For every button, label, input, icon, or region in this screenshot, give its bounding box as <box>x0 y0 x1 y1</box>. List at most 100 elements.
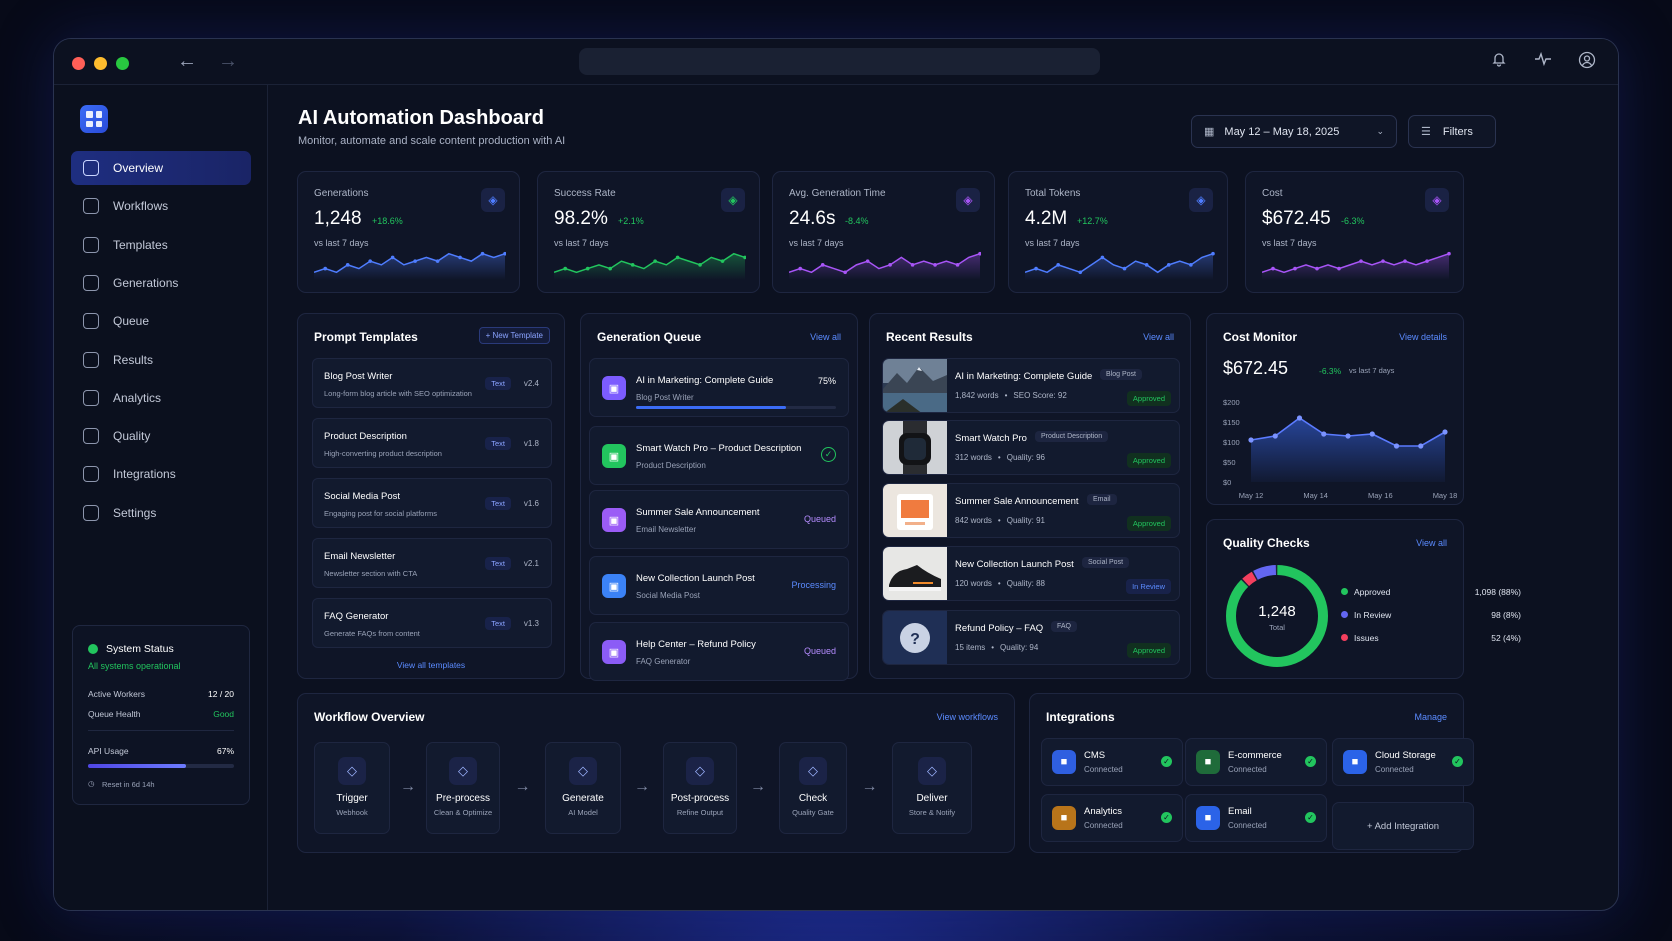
result-item[interactable]: Summer Sale Announcement 842 words • Qualit… <box>882 483 1180 538</box>
workflow-step-generate[interactable]: ◇ Generate AI Model <box>545 742 621 834</box>
integration-email[interactable]: ■ Email Connected ✓ <box>1185 794 1327 842</box>
sparkline-point <box>390 255 395 260</box>
sparkline-point <box>1425 259 1429 263</box>
filters-button[interactable]: ☰ Filters <box>1408 115 1496 148</box>
y-axis-tick-label: $0 <box>1223 478 1231 487</box>
deliver-icon: ◇ <box>918 757 946 785</box>
queue-item[interactable]: ▣ Summer Sale Announcement Email Newslette… <box>589 490 849 549</box>
chevron-down-icon: ⌄ <box>1376 126 1384 136</box>
sparkline-point <box>888 263 892 267</box>
template-name: Email Newsletter <box>324 551 396 562</box>
maximize-window-button[interactable] <box>116 57 129 70</box>
quality-view-all-link[interactable]: View all <box>1416 538 1447 548</box>
cost-view-details-link[interactable]: View details <box>1399 332 1447 342</box>
template-item[interactable]: Social Media Post Engaging post for socia… <box>312 478 552 528</box>
result-item[interactable]: AI in Marketing: Complete Guide 1,842 wor… <box>882 358 1180 413</box>
bell-icon[interactable] <box>1488 51 1510 73</box>
results-view-all-link[interactable]: View all <box>1143 332 1174 342</box>
template-item[interactable]: Product Description High-converting produ… <box>312 418 552 468</box>
user-account-icon[interactable] <box>1576 51 1598 73</box>
minimize-window-button[interactable] <box>94 57 107 70</box>
activity-icon[interactable] <box>1532 51 1554 73</box>
sparkline-point <box>798 266 803 271</box>
active-workers-value: 12 / 20 <box>208 689 234 699</box>
workflow-step-sub: Refine Output <box>676 808 724 817</box>
workflow-step-trigger[interactable]: ◇ Trigger Webhook <box>314 742 390 834</box>
workflow-step-pre-process[interactable]: ◇ Pre-process Clean & Optimize <box>426 742 500 834</box>
sidebar-item-queue[interactable]: Queue <box>71 304 251 338</box>
sidebar-item-integrations[interactable]: Integrations <box>71 457 251 491</box>
sparkline-point <box>1271 266 1275 271</box>
result-type-tag: Blog Post <box>1100 369 1142 380</box>
integration-cms[interactable]: ■ CMS Connected ✓ <box>1041 738 1183 786</box>
queue-item[interactable]: ▣ Help Center – Refund Policy FAQ Generato… <box>589 622 849 681</box>
sidebar-item-workflows[interactable]: Workflows <box>71 189 251 223</box>
workflow-step-post-process[interactable]: ◇ Post-process Refine Output <box>663 742 737 834</box>
result-type-tag: Product Description <box>1035 431 1109 442</box>
integration-e-commerce[interactable]: ■ E-commerce Connected ✓ <box>1185 738 1327 786</box>
back-arrow-icon[interactable]: ← <box>177 50 197 73</box>
address-bar[interactable] <box>579 48 1100 75</box>
sparkline-point <box>1381 259 1385 263</box>
sidebar-item-overview[interactable]: Overview <box>71 151 251 185</box>
workflow-overview-card: Workflow Overview View workflows ◇ Trigge… <box>297 693 1015 853</box>
date-range-picker[interactable]: ▦ May 12 – May 18, 2025 ⌄ <box>1191 115 1397 148</box>
result-item[interactable]: ? Refund Policy – FAQ 15 items • Quality: 94… <box>882 610 1180 665</box>
integration-analytics[interactable]: ■ Analytics Connected ✓ <box>1041 794 1183 842</box>
kpi-delta: -6.3% <box>1341 216 1365 226</box>
sidebar-item-analytics[interactable]: Analytics <box>71 381 251 415</box>
integration-cloud-storage[interactable]: ■ Cloud Storage Connected ✓ <box>1332 738 1474 786</box>
template-item[interactable]: FAQ Generator Generate FAQs from content T… <box>312 598 552 648</box>
sparkline-point <box>1315 266 1319 271</box>
workflow-step-sub: Store & Notify <box>908 808 956 817</box>
template-version: v1.6 <box>523 499 539 508</box>
integration-status: Connected <box>1228 765 1267 774</box>
queue-item[interactable]: ▣ Smart Watch Pro – Product Description Pr… <box>589 426 849 485</box>
template-version: v2.4 <box>523 379 539 388</box>
template-item[interactable]: Email Newsletter Newsletter section with … <box>312 538 552 588</box>
result-title: Summer Sale Announcement <box>955 496 1079 507</box>
new-template-button[interactable]: + New Template <box>478 327 550 344</box>
sidebar-item-results[interactable]: Results <box>71 343 251 377</box>
result-item[interactable]: New Collection Launch Post 120 words • Qual… <box>882 546 1180 601</box>
queue-health-label: Queue Health <box>88 709 141 719</box>
view-workflows-link[interactable]: View workflows <box>937 712 998 722</box>
sparkle-icon: ◇ <box>569 757 597 785</box>
integrations-icon <box>83 466 99 483</box>
check-icon: ✓ <box>1305 812 1316 823</box>
app-logo-icon[interactable] <box>80 105 108 133</box>
sidebar-item-quality[interactable]: Quality <box>71 419 251 453</box>
add-integration-button[interactable]: + Add Integration <box>1332 802 1474 850</box>
result-item[interactable]: Smart Watch Pro 312 words • Quality: 96 Prod… <box>882 420 1180 475</box>
sidebar-item-templates[interactable]: Templates <box>71 228 251 262</box>
workflow-step-name: Pre-process <box>436 793 490 804</box>
check-icon: ✓ <box>1452 756 1463 767</box>
queue-item[interactable]: ▣ New Collection Launch Post Social Media … <box>589 556 849 615</box>
sparkline-point <box>1078 270 1083 275</box>
sidebar-item-generations[interactable]: Generations <box>71 266 251 300</box>
integration-status: Connected <box>1228 821 1267 830</box>
view-all-templates-link[interactable]: View all templates <box>298 660 564 670</box>
forward-arrow-icon[interactable]: → <box>218 50 238 73</box>
arrow-right-icon: → <box>400 778 416 795</box>
template-type-tag: Text <box>485 617 511 630</box>
queue-view-all-link[interactable]: View all <box>810 332 841 342</box>
integration-name: E-commerce <box>1228 750 1282 761</box>
sparkline-point <box>675 255 680 260</box>
queue-item[interactable]: ▣ AI in Marketing: Complete Guide Blog Pos… <box>589 358 849 417</box>
workflow-step-name: Generate <box>562 793 604 804</box>
result-title: Refund Policy – FAQ <box>955 623 1044 634</box>
workflow-step-deliver[interactable]: ◇ Deliver Store & Notify <box>892 742 972 834</box>
template-item[interactable]: Blog Post Writer Long-form blog article w… <box>312 358 552 408</box>
workflow-step-check[interactable]: ◇ Check Quality Gate <box>779 742 847 834</box>
sidebar-item-settings[interactable]: Settings <box>71 496 251 530</box>
kpi-value: 98.2% <box>554 208 608 229</box>
sparkline-point <box>563 266 568 271</box>
close-window-button[interactable] <box>72 57 85 70</box>
y-axis-tick-label: $150 <box>1223 418 1240 427</box>
integrations-manage-link[interactable]: Manage <box>1414 712 1447 722</box>
result-status-badge: Approved <box>1126 643 1171 658</box>
sparkline-point <box>1034 266 1038 271</box>
workflow-title: Workflow Overview <box>314 710 425 724</box>
cost-data-point <box>1248 437 1254 443</box>
